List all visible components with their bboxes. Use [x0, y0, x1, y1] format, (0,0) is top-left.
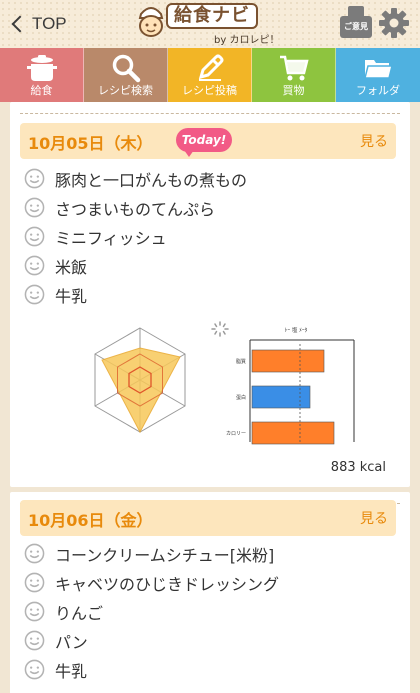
date-header: 10月06日（金） 見る	[20, 500, 396, 536]
menu-item[interactable]: コーンクリームシチュー[米粉]	[24, 539, 279, 568]
smiley-icon	[24, 630, 45, 651]
smiley-icon	[24, 197, 45, 218]
tab-label: 買物	[282, 84, 305, 97]
bar-chart-title: ﾄｰ 塩 ﾒｰﾀ	[285, 326, 308, 334]
menu-item-name: りんご	[55, 603, 104, 623]
tab-label: レシピ検索	[98, 84, 153, 97]
divider	[20, 113, 400, 114]
today-badge: Today!	[176, 128, 232, 157]
pot-icon	[26, 55, 57, 81]
calorie-total: 883 kcal	[330, 460, 386, 475]
radar-value-area	[101, 347, 181, 434]
date-header: 10月05日（木） Today! 見る	[20, 123, 396, 159]
menu-item-name: 豚肉と一口がんもの煮もの	[55, 170, 248, 190]
nutrition-bar	[251, 385, 311, 409]
tab-label: レシピ投稿	[182, 84, 237, 97]
smiley-icon	[24, 284, 45, 305]
menu-item[interactable]: 牛乳	[24, 280, 247, 309]
menu-item-name: ミニフィッシュ	[55, 228, 167, 248]
view-day-link[interactable]: 見る	[360, 508, 388, 528]
search-icon	[112, 54, 140, 83]
menu-item-name: 米飯	[55, 257, 88, 277]
tab-shopping[interactable]: 買物	[252, 48, 336, 102]
nutrition-bar-label: 蛋白	[236, 394, 246, 401]
chevron-left-icon	[11, 15, 29, 33]
menu-item-list: コーンクリームシチュー[米粉] キャベツのひじきドレッシング りんご パン 牛乳	[24, 539, 279, 684]
menu-item-name: さつまいものてんぷら	[55, 199, 216, 219]
feedback-label: ご意見	[340, 16, 372, 38]
nutrition-radar-chart	[94, 327, 186, 434]
menu-item[interactable]: さつまいものてんぷら	[24, 193, 247, 222]
menu-item-name: パン	[55, 632, 88, 652]
date-label: 10月06日（金）	[28, 511, 153, 530]
menu-item[interactable]: ミニフィッシュ	[24, 222, 247, 251]
cart-icon	[279, 55, 309, 81]
menu-item-name: コーンクリームシチュー[米粉]	[55, 545, 275, 565]
menu-item[interactable]: りんご	[24, 597, 279, 626]
tab-recipe-post[interactable]: レシピ投稿	[168, 48, 252, 102]
smiley-icon	[24, 543, 45, 564]
nutrition-bar-chart: ﾄｰ 塩 ﾒｰﾀ 脂質蛋白カロリー	[211, 321, 355, 445]
smiley-icon	[24, 226, 45, 247]
menu-item-list: 豚肉と一口がんもの煮もの さつまいものてんぷら ミニフィッシュ 米飯 牛乳	[24, 164, 247, 309]
app-title: 給食ナビ	[166, 3, 258, 29]
nutrition-bar-label: 脂質	[236, 358, 246, 365]
app-logo: 給食ナビ by カロレピ！	[136, 2, 286, 46]
gear-icon[interactable]	[378, 7, 410, 39]
tab-label: フォルダ	[356, 84, 400, 97]
menu-item[interactable]: パン	[24, 626, 279, 655]
menu-item[interactable]: キャベツのひじきドレッシング	[24, 568, 279, 597]
menu-item-name: 牛乳	[55, 286, 88, 306]
smiley-icon	[24, 255, 45, 276]
main-tab-bar: 給食 レシピ検索 レシピ投稿 買物 フォルダ	[0, 48, 420, 102]
tab-lunch[interactable]: 給食	[0, 48, 84, 102]
smiley-icon	[24, 572, 45, 593]
app-header: TOP 給食ナビ by カロレピ！ ご意見	[0, 0, 420, 48]
tab-folder[interactable]: フォルダ	[336, 48, 420, 102]
smiley-icon	[24, 168, 45, 189]
mascot-icon	[138, 7, 164, 37]
nutrition-bar	[251, 349, 325, 373]
menu-item[interactable]: 米飯	[24, 251, 247, 280]
smiley-icon	[24, 601, 45, 622]
back-to-top-button[interactable]: TOP	[10, 12, 67, 36]
view-day-link[interactable]: 見る	[360, 131, 388, 151]
menu-item[interactable]: 豚肉と一口がんもの煮もの	[24, 164, 247, 193]
smiley-icon	[24, 659, 45, 680]
folder-icon	[364, 60, 393, 79]
menu-item-name: キャベツのひじきドレッシング	[55, 574, 280, 594]
back-label: TOP	[32, 14, 67, 33]
nutrition-bar-label: カロリー	[226, 431, 246, 437]
date-label: 10月05日（木）	[28, 134, 153, 153]
daily-menu-list[interactable]: 10月05日（木） Today! 見る 豚肉と一口がんもの煮もの さつまいものて…	[0, 102, 420, 693]
menu-item-name: 牛乳	[55, 661, 88, 681]
app-byline: by カロレピ！	[214, 35, 280, 46]
day-card: 10月06日（金） 見る コーンクリームシチュー[米粉] キャベツのひじきドレッ…	[10, 492, 410, 693]
feedback-button[interactable]: ご意見	[340, 6, 372, 38]
pencil-icon	[198, 54, 223, 81]
tab-label: 給食	[30, 84, 53, 97]
menu-item[interactable]: 牛乳	[24, 655, 279, 684]
nutrition-bar	[251, 421, 335, 445]
day-card: 10月05日（木） Today! 見る 豚肉と一口がんもの煮もの さつまいものて…	[10, 102, 410, 487]
loading-spinner-icon	[211, 321, 229, 337]
tab-recipe-search[interactable]: レシピ検索	[84, 48, 168, 102]
